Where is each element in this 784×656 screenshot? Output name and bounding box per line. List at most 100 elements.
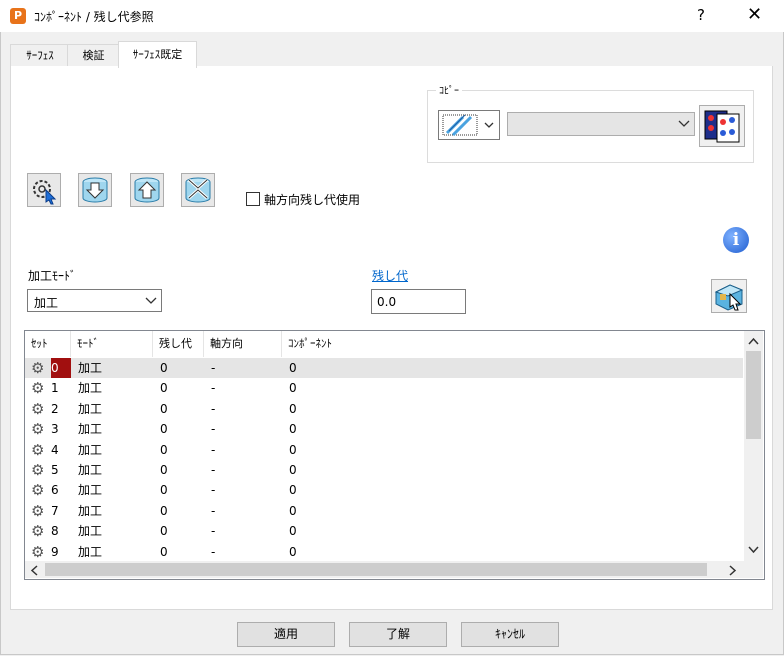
- set-cell: 7: [51, 503, 59, 518]
- set-cell: 0: [51, 358, 71, 378]
- info-icon[interactable]: i: [723, 227, 749, 253]
- surface-copy-icon: [442, 114, 494, 137]
- mode-cell: 加工: [78, 463, 103, 477]
- column-header-mode[interactable]: ﾓｰﾄﾞ: [71, 331, 153, 357]
- allowance-cell: 0: [160, 361, 168, 375]
- copy-group-title: ｺﾋﾟｰ: [436, 82, 462, 97]
- component-cell: 0: [289, 483, 297, 498]
- set-cell: 6: [51, 483, 59, 498]
- mode-cell: 加工: [78, 401, 103, 416]
- set-cell: 9: [51, 544, 59, 559]
- mode-cell: 加工: [78, 442, 103, 457]
- copy-type-dropdown[interactable]: [438, 110, 500, 140]
- move-down-button[interactable]: [78, 173, 112, 207]
- gear-icon: ⚙: [31, 420, 45, 439]
- scroll-right-icon[interactable]: [729, 565, 737, 576]
- scroll-corner: [744, 561, 763, 578]
- table-row[interactable]: ⚙ 3 加工 0 - 0: [25, 419, 743, 439]
- machining-mode-value: 加工: [34, 296, 59, 310]
- table-row[interactable]: ⚙ 6 加工 0 - 0: [25, 480, 743, 500]
- cancel-button[interactable]: ｷｬﾝｾﾙ: [461, 622, 559, 647]
- allowance-cell: 0: [160, 442, 168, 457]
- machining-mode-select[interactable]: 加工: [27, 289, 162, 312]
- table-row[interactable]: ⚙ 4 加工 0 - 0: [25, 440, 743, 460]
- scroll-down-icon[interactable]: [748, 546, 759, 554]
- allowance-cell: 0: [160, 524, 168, 539]
- column-header-allowance[interactable]: 残し代: [153, 331, 204, 357]
- column-header-set[interactable]: ｾｯﾄ: [25, 331, 71, 357]
- apply-selection-icon: [714, 284, 744, 311]
- allowance-cell: 0: [160, 463, 168, 477]
- horizontal-scrollbar[interactable]: [25, 561, 744, 578]
- allowance-cell: 0: [160, 422, 168, 437]
- tab-verify[interactable]: 検証: [67, 44, 120, 67]
- gear-icon: ⚙: [31, 522, 45, 541]
- axial-cell: -: [211, 442, 216, 457]
- allowance-input[interactable]: [371, 289, 466, 314]
- axial-cell: -: [211, 361, 216, 375]
- mode-cell: 加工: [78, 361, 103, 375]
- close-button[interactable]: ✕: [747, 4, 762, 25]
- tab-surface-default[interactable]: ｻｰﾌｪｽ既定: [118, 41, 197, 68]
- axial-allowance-label: 軸方向残し代使用: [264, 193, 361, 207]
- set-cell: 4: [51, 442, 59, 457]
- allowance-cell: 0: [160, 544, 168, 559]
- column-header-axial[interactable]: 軸方向: [204, 331, 282, 357]
- scroll-left-icon[interactable]: [30, 565, 38, 576]
- set-cell: 2: [51, 401, 59, 416]
- table-row[interactable]: ⚙ 0 加工 0 - 0: [25, 358, 743, 378]
- help-button[interactable]: ?: [697, 6, 705, 24]
- axial-cell: -: [211, 422, 216, 437]
- axial-cell: -: [211, 544, 216, 559]
- horizontal-scroll-thumb[interactable]: [45, 563, 707, 576]
- component-cell: 0: [289, 401, 297, 416]
- settings-select-icon: [33, 180, 57, 205]
- surface-table: ｾｯﾄ ﾓｰﾄﾞ 残し代 軸方向 ｺﾝﾎﾟｰﾈﾝﾄ ⚙ 0 加工 0 - 0 ⚙ 1 加工 0 - 0…: [24, 330, 765, 580]
- allowance-link[interactable]: 残し代: [372, 267, 408, 284]
- settings-select-button[interactable]: [27, 173, 61, 207]
- vertical-scroll-thumb[interactable]: [746, 351, 761, 439]
- axial-cell: -: [211, 401, 216, 416]
- axial-cell: -: [211, 381, 216, 396]
- set-cell: 3: [51, 422, 59, 437]
- gear-icon: ⚙: [31, 501, 45, 520]
- component-cell: 0: [289, 463, 297, 477]
- gear-icon: ⚙: [31, 542, 45, 561]
- collapse-icon: [185, 177, 211, 203]
- table-row[interactable]: ⚙ 8 加工 0 - 0: [25, 521, 743, 541]
- copy-source-combo[interactable]: [507, 112, 695, 136]
- set-cell: 1: [51, 381, 59, 396]
- axial-cell: -: [211, 463, 216, 477]
- mode-cell: 加工: [78, 483, 103, 498]
- copy-preview-icon: [704, 110, 740, 143]
- gear-icon: ⚙: [31, 359, 45, 377]
- axial-cell: -: [211, 483, 216, 498]
- arrow-up-icon: [134, 177, 160, 203]
- gear-icon: ⚙: [31, 399, 45, 418]
- app-icon: P: [10, 8, 26, 24]
- axial-allowance-checkbox[interactable]: [246, 192, 260, 206]
- table-row[interactable]: ⚙ 2 加工 0 - 0: [25, 399, 743, 419]
- component-cell: 0: [289, 524, 297, 539]
- component-cell: 0: [289, 544, 297, 559]
- component-cell: 0: [289, 422, 297, 437]
- scroll-up-icon[interactable]: [748, 337, 759, 345]
- apply-selection-button[interactable]: [711, 279, 747, 313]
- copy-button[interactable]: [699, 105, 745, 147]
- table-row[interactable]: ⚙ 5 加工 0 - 0: [25, 460, 743, 480]
- collapse-button[interactable]: [181, 173, 215, 207]
- table-row[interactable]: ⚙ 1 加工 0 - 0: [25, 378, 743, 398]
- mode-cell: 加工: [78, 524, 103, 539]
- table-row[interactable]: ⚙ 9 加工 0 - 0: [25, 542, 743, 562]
- tab-surface[interactable]: ｻｰﾌｪｽ: [10, 44, 70, 67]
- mode-cell: 加工: [78, 422, 103, 437]
- chevron-down-icon: [678, 120, 690, 127]
- vertical-scrollbar[interactable]: [744, 331, 763, 561]
- ok-button[interactable]: 了解: [349, 622, 447, 647]
- arrow-down-icon: [82, 177, 108, 203]
- table-row[interactable]: ⚙ 7 加工 0 - 0: [25, 501, 743, 521]
- apply-button[interactable]: 適用: [237, 622, 335, 647]
- axial-cell: -: [211, 503, 216, 518]
- move-up-button[interactable]: [130, 173, 164, 207]
- column-header-component[interactable]: ｺﾝﾎﾟｰﾈﾝﾄ: [282, 331, 482, 357]
